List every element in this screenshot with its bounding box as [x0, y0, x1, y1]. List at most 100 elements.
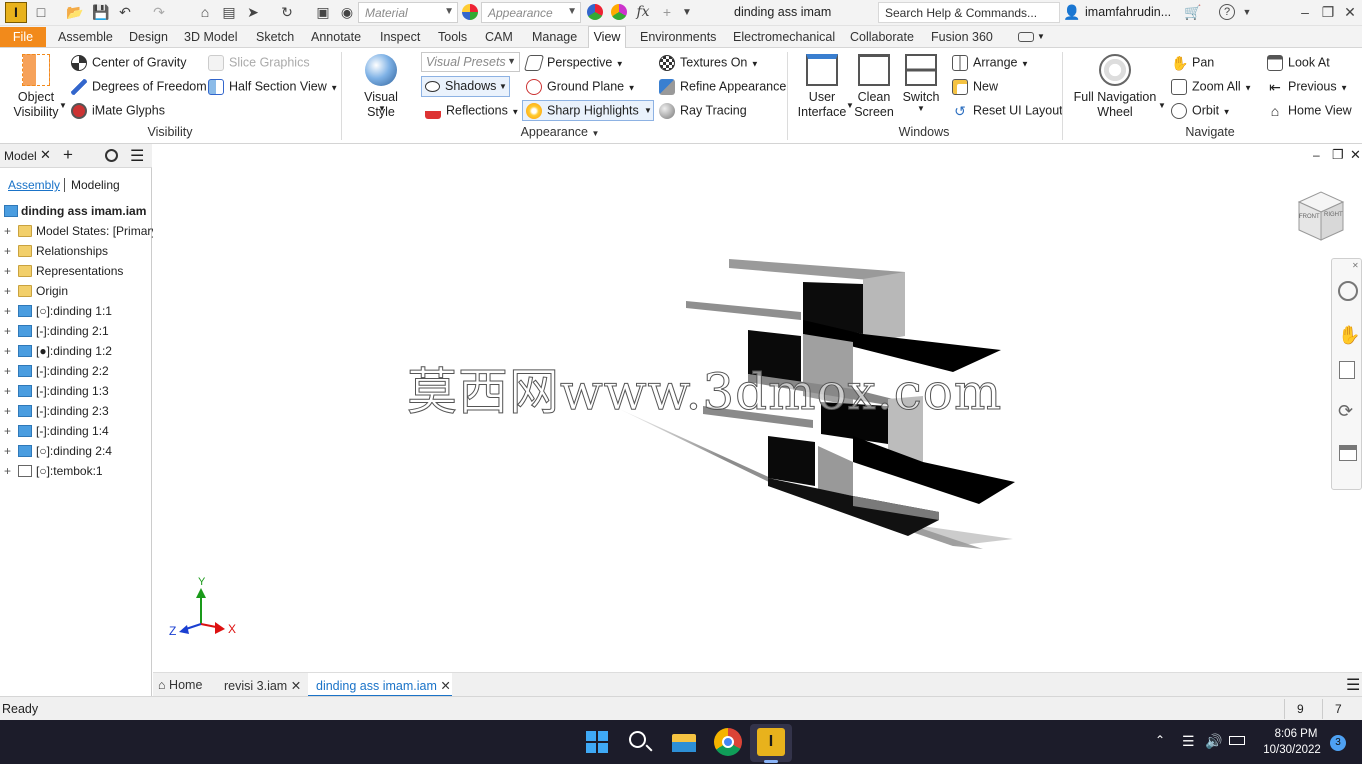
- ribbon-options-arrow-icon[interactable]: ▼: [1037, 32, 1045, 41]
- object-visibility-button[interactable]: Object Visibility: [10, 54, 62, 120]
- tree-item[interactable]: + [-]:dinding 2:3: [0, 401, 152, 421]
- tree-item[interactable]: + [-]:dinding 1:4: [0, 421, 152, 441]
- open-icon[interactable]: 📂: [66, 4, 84, 21]
- expand-icon[interactable]: +: [4, 301, 11, 321]
- restore-icon[interactable]: ❐: [1319, 4, 1337, 21]
- tab-environments[interactable]: Environments: [640, 30, 716, 44]
- reflections-button[interactable]: Reflections ▼: [425, 103, 519, 119]
- tab-sketch[interactable]: Sketch: [256, 30, 294, 44]
- ground-plane-button[interactable]: Ground Plane ▼: [526, 79, 636, 95]
- tree-item[interactable]: + Origin: [0, 281, 152, 301]
- tree-item[interactable]: + Representations: [0, 261, 152, 281]
- close-icon[interactable]: ✕: [1341, 4, 1359, 21]
- navbar-close-icon[interactable]: ✕: [1352, 261, 1359, 270]
- pan-button[interactable]: ✋ Pan: [1171, 55, 1214, 71]
- inventor-logo[interactable]: I: [5, 2, 27, 23]
- sharp-highlights-dropdown-icon[interactable]: ▼: [644, 106, 652, 115]
- tab-file[interactable]: File: [0, 27, 46, 47]
- navbar-lookat-icon[interactable]: [1339, 445, 1357, 461]
- return-icon[interactable]: ▤: [220, 4, 238, 21]
- graphics-viewport[interactable]: – ❐ ✕ 莫西网www.3dmox.com FRONT RIGHT ✕ ✋ ⟳…: [153, 144, 1362, 672]
- full-navigation-wheel-button[interactable]: Full Navigation Wheel: [1070, 54, 1160, 120]
- viewcube[interactable]: FRONT RIGHT: [1293, 188, 1349, 244]
- user-interface-button[interactable]: User Interface: [795, 54, 849, 120]
- expand-icon[interactable]: +: [4, 341, 11, 361]
- search-taskbar-icon[interactable]: [626, 728, 654, 756]
- wifi-icon[interactable]: ☰: [1182, 733, 1195, 750]
- notification-badge[interactable]: 3: [1330, 735, 1346, 751]
- modeling-tab[interactable]: Modeling: [71, 178, 120, 192]
- perspective-button[interactable]: Perspective ▼: [523, 55, 624, 71]
- ribbon-options-icon[interactable]: [1018, 32, 1034, 42]
- search-input[interactable]: Search Help & Commands...: [878, 2, 1060, 23]
- expand-icon[interactable]: +: [4, 321, 11, 341]
- imate-glyphs-button[interactable]: iMate Glyphs: [71, 103, 165, 119]
- tray-chevron-icon[interactable]: ⌃: [1155, 733, 1165, 747]
- appearance-group-label[interactable]: Appearance ▼: [510, 125, 610, 139]
- arrange-button[interactable]: Arrange ▼: [952, 55, 1029, 71]
- orbit-dropdown-icon[interactable]: ▼: [1223, 107, 1231, 116]
- look-at-button[interactable]: Look At: [1267, 55, 1330, 71]
- navbar-wheel-icon[interactable]: [1338, 281, 1358, 301]
- undo-icon[interactable]: ↶: [116, 4, 134, 21]
- home-tab[interactable]: ⌂ Home: [158, 678, 202, 692]
- tab-view[interactable]: View: [588, 26, 626, 49]
- select-icon[interactable]: ➤: [244, 4, 262, 21]
- adjust-icon[interactable]: [587, 4, 603, 20]
- help-icon[interactable]: ?: [1219, 4, 1235, 20]
- tree-item[interactable]: + Relationships: [0, 241, 152, 261]
- reflections-dropdown-icon[interactable]: ▼: [511, 107, 519, 116]
- tree-item[interactable]: + [○]:tembok:1: [0, 461, 152, 481]
- navigation-wheel-dropdown-icon[interactable]: ▼: [1158, 101, 1166, 110]
- navbar-zoom-icon[interactable]: [1339, 361, 1355, 379]
- slice-graphics-button[interactable]: Slice Graphics: [208, 55, 310, 71]
- project-icon[interactable]: ▣: [314, 4, 332, 21]
- zoom-all-dropdown-icon[interactable]: ▼: [1244, 83, 1252, 92]
- tab-3d-model[interactable]: 3D Model: [184, 30, 238, 44]
- tree-item[interactable]: + [-]:dinding 2:2: [0, 361, 152, 381]
- perspective-dropdown-icon[interactable]: ▼: [616, 59, 624, 68]
- clean-screen-button[interactable]: Clean Screen: [852, 54, 896, 120]
- doc-tab-revisi[interactable]: revisi 3.iam ✕: [224, 678, 301, 693]
- material-combo[interactable]: Material ▼: [358, 2, 458, 23]
- save-icon[interactable]: 💾: [92, 4, 110, 21]
- tab-annotate[interactable]: Annotate: [311, 30, 361, 44]
- add-browser-icon[interactable]: +: [63, 145, 73, 165]
- expand-icon[interactable]: +: [4, 421, 11, 441]
- arrange-dropdown-icon[interactable]: ▼: [1021, 59, 1029, 68]
- tree-item[interactable]: + Model States: [Primary]: [0, 221, 161, 241]
- home-view-button[interactable]: ⌂ Home View: [1267, 103, 1352, 119]
- close-browser-icon[interactable]: ✕: [40, 147, 51, 163]
- shadows-dropdown-icon[interactable]: ▼: [499, 82, 507, 91]
- redo-icon[interactable]: ↷: [150, 4, 168, 21]
- expand-icon[interactable]: +: [4, 441, 11, 461]
- navbar-orbit-icon[interactable]: ⟳: [1338, 401, 1353, 422]
- tab-inspect[interactable]: Inspect: [380, 30, 420, 44]
- home-icon[interactable]: ⌂: [196, 4, 214, 21]
- ray-tracing-button[interactable]: Ray Tracing: [659, 103, 747, 119]
- browser-tab-model[interactable]: Model: [4, 149, 37, 163]
- navbar-pan-icon[interactable]: ✋: [1338, 325, 1360, 346]
- visual-style-dropdown-icon[interactable]: ▼: [378, 104, 386, 113]
- taskbar-date[interactable]: 10/30/2022: [1260, 744, 1324, 756]
- expand-icon[interactable]: +: [4, 281, 11, 301]
- appearance-combo[interactable]: Appearance ▼: [481, 2, 581, 23]
- half-section-view-button[interactable]: Half Section View ▼: [208, 79, 338, 95]
- plus-icon[interactable]: +: [658, 4, 676, 21]
- previous-view-button[interactable]: ⇤ Previous ▼: [1267, 79, 1348, 95]
- cart-icon[interactable]: 🛒: [1184, 4, 1202, 21]
- center-of-gravity-button[interactable]: Center of Gravity: [71, 55, 186, 71]
- ground-plane-dropdown-icon[interactable]: ▼: [628, 83, 636, 92]
- file-explorer-icon[interactable]: [670, 728, 698, 756]
- fx-icon[interactable]: fx: [634, 4, 652, 21]
- new-window-button[interactable]: New: [952, 79, 998, 95]
- doc-tab-close-icon[interactable]: ✕: [440, 679, 450, 693]
- volume-icon[interactable]: 🔊: [1205, 733, 1222, 750]
- doc-tab-dinding[interactable]: dinding ass imam.iam ✕: [316, 678, 451, 693]
- object-visibility-dropdown-icon[interactable]: ▼: [59, 101, 67, 110]
- tree-item[interactable]: + [○]:dinding 1:1: [0, 301, 152, 321]
- expand-icon[interactable]: +: [4, 361, 11, 381]
- chrome-icon[interactable]: [714, 728, 742, 756]
- clear-appearance-icon[interactable]: [611, 4, 627, 20]
- expand-icon[interactable]: +: [4, 221, 11, 241]
